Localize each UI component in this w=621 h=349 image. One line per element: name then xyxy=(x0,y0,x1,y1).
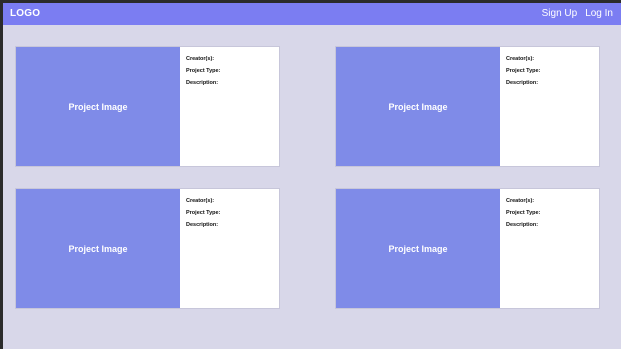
description-label: Description: xyxy=(506,222,539,228)
project-info: Creator(s): Project Type: Description: xyxy=(506,53,596,89)
page-frame: LOGO Sign Up Log In Project Image Creato… xyxy=(3,3,621,349)
description-label: Description: xyxy=(186,80,219,86)
project-image-label: Project Image xyxy=(68,101,128,112)
project-image[interactable]: Project Image xyxy=(336,189,500,308)
project-type-label: Project Type: xyxy=(506,210,541,216)
project-info: Creator(s): Project Type: Description: xyxy=(506,195,596,231)
nav-links: Sign Up Log In xyxy=(542,8,613,19)
project-card[interactable]: Project Image Creator(s): Project Type: … xyxy=(336,47,599,166)
description-label: Description: xyxy=(506,80,539,86)
project-type-label: Project Type: xyxy=(506,68,541,74)
creators-label: Creator(s): xyxy=(506,56,535,62)
project-info: Creator(s): Project Type: Description: xyxy=(186,195,276,231)
project-info: Creator(s): Project Type: Description: xyxy=(186,53,276,89)
project-image-label: Project Image xyxy=(388,243,448,254)
project-image-label: Project Image xyxy=(68,243,128,254)
logo[interactable]: LOGO xyxy=(10,8,40,19)
creators-label: Creator(s): xyxy=(186,56,215,62)
project-image[interactable]: Project Image xyxy=(16,47,180,166)
project-image-label: Project Image xyxy=(388,101,448,112)
project-card[interactable]: Project Image Creator(s): Project Type: … xyxy=(16,47,279,166)
creators-label: Creator(s): xyxy=(186,198,215,204)
project-image[interactable]: Project Image xyxy=(336,47,500,166)
project-card[interactable]: Project Image Creator(s): Project Type: … xyxy=(16,189,279,308)
project-card[interactable]: Project Image Creator(s): Project Type: … xyxy=(336,189,599,308)
sign-up-link[interactable]: Sign Up xyxy=(542,8,578,19)
project-type-label: Project Type: xyxy=(186,68,221,74)
navbar: LOGO Sign Up Log In xyxy=(3,3,621,25)
project-type-label: Project Type: xyxy=(186,210,221,216)
log-in-link[interactable]: Log In xyxy=(585,8,613,19)
creators-label: Creator(s): xyxy=(506,198,535,204)
project-image[interactable]: Project Image xyxy=(16,189,180,308)
description-label: Description: xyxy=(186,222,219,228)
